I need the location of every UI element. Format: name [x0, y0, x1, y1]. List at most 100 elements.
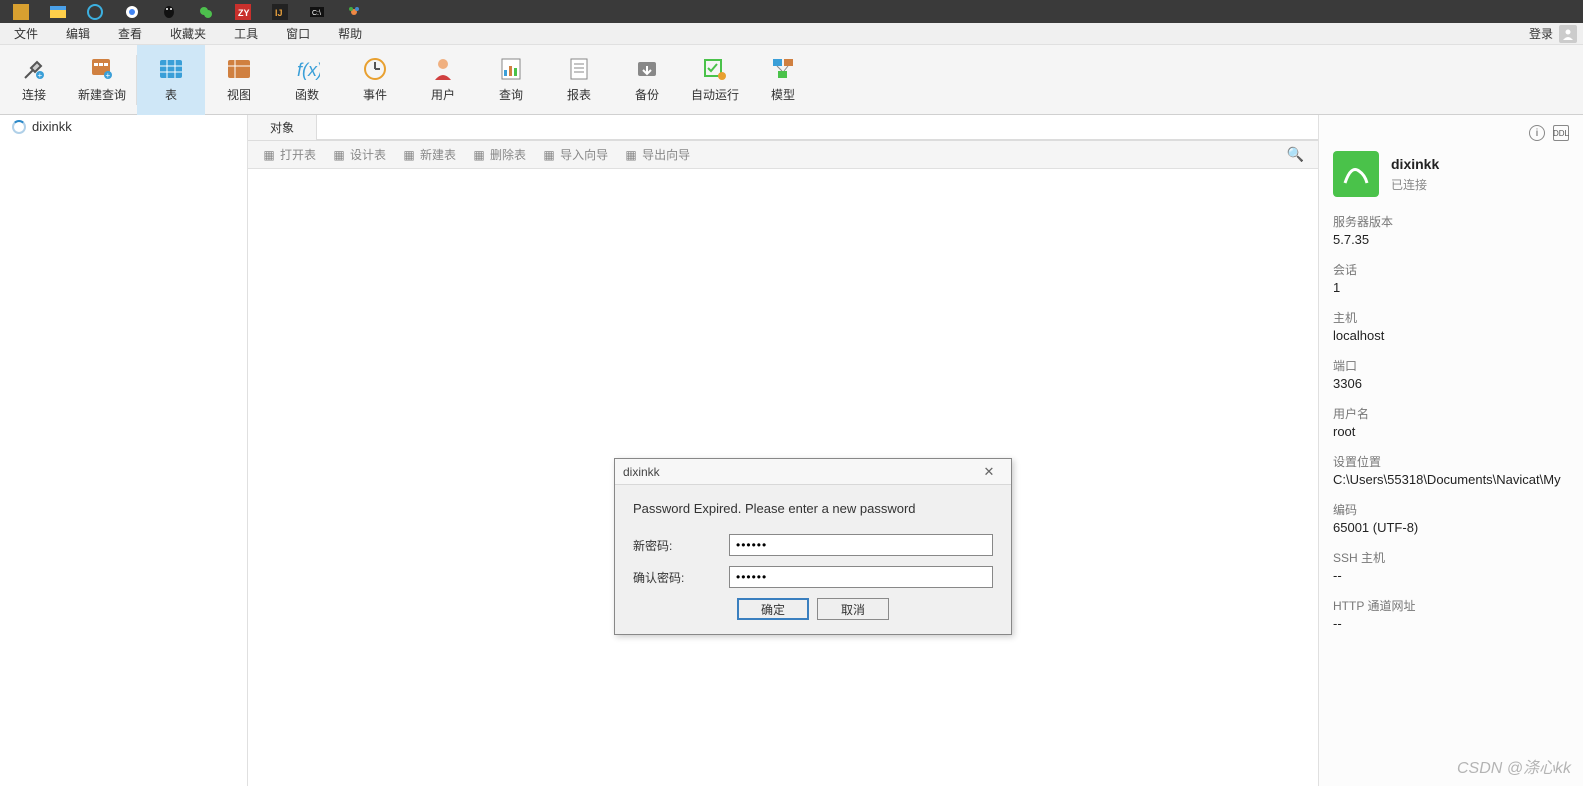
taskbar-app-4[interactable]	[113, 0, 150, 23]
connection-status: 已连接	[1391, 176, 1439, 193]
design-table-icon: ▦	[332, 148, 346, 162]
sub-new-table[interactable]: ▦新建表	[396, 144, 462, 165]
taskbar-app-7[interactable]: ZY	[224, 0, 261, 23]
menu-window[interactable]: 窗口	[272, 23, 324, 45]
dialog-title-text: dixinkk	[623, 465, 660, 479]
tool-event[interactable]: 事件	[341, 45, 409, 115]
cancel-button[interactable]: 取消	[817, 598, 889, 620]
info-label: 端口	[1333, 357, 1569, 374]
menu-edit[interactable]: 编辑	[52, 23, 104, 45]
new-password-input[interactable]	[729, 534, 993, 556]
info-value: 5.7.35	[1333, 232, 1569, 247]
confirm-password-input[interactable]	[729, 566, 993, 588]
info-icon[interactable]: i	[1529, 125, 1545, 141]
sub-import[interactable]: ▦导入向导	[536, 144, 614, 165]
sub-toolbar: ▦打开表 ▦设计表 ▦新建表 ▦删除表 ▦导入向导 ▦导出向导 🔍	[248, 141, 1318, 169]
tool-label: 连接	[22, 86, 46, 103]
tool-user[interactable]: 用户	[409, 45, 477, 115]
dialog-message: Password Expired. Please enter a new pas…	[633, 501, 993, 516]
taskbar-app-1[interactable]	[2, 0, 39, 23]
info-value: 65001 (UTF-8)	[1333, 520, 1569, 535]
menu-view[interactable]: 查看	[104, 23, 156, 45]
menu-file[interactable]: 文件	[0, 23, 52, 45]
tool-connection[interactable]: + 连接	[0, 45, 68, 115]
info-block: SSH 主机 --	[1333, 549, 1569, 583]
taskbar-app-10[interactable]	[335, 0, 372, 23]
info-value: --	[1333, 568, 1569, 583]
sidebar: dixinkk	[0, 115, 248, 786]
taskbar-app-6[interactable]	[187, 0, 224, 23]
confirm-password-label: 确认密码:	[633, 569, 729, 586]
sub-design-table[interactable]: ▦设计表	[326, 144, 392, 165]
svg-text:C:\: C:\	[312, 10, 321, 17]
autorun-icon	[702, 56, 728, 82]
export-icon: ▦	[624, 148, 638, 162]
sidebar-connection[interactable]: dixinkk	[0, 115, 247, 138]
delete-table-icon: ▦	[472, 148, 486, 162]
menu-tools[interactable]: 工具	[220, 23, 272, 45]
info-block: 服务器版本 5.7.35	[1333, 213, 1569, 247]
svg-text:ZY: ZY	[238, 8, 250, 18]
ddl-icon[interactable]: DDL	[1553, 125, 1569, 141]
tool-function[interactable]: f(x) 函数	[273, 45, 341, 115]
tab-objects[interactable]: 对象	[248, 115, 317, 140]
taskbar-app-5[interactable]	[150, 0, 187, 23]
info-label: 主机	[1333, 309, 1569, 326]
tool-label: 自动运行	[691, 86, 739, 103]
tool-autorun[interactable]: 自动运行	[681, 45, 749, 115]
search-icon[interactable]: 🔍	[1287, 146, 1310, 163]
sub-export[interactable]: ▦导出向导	[618, 144, 696, 165]
info-label: 用户名	[1333, 405, 1569, 422]
view-icon	[226, 56, 252, 82]
info-value: C:\Users\55318\Documents\Navicat\My	[1333, 472, 1569, 487]
new-table-icon: ▦	[402, 148, 416, 162]
mysql-logo-icon	[1333, 151, 1379, 197]
info-label: 服务器版本	[1333, 213, 1569, 230]
taskbar-app-8[interactable]: IJ	[261, 0, 298, 23]
password-dialog: dixinkk ✕ Password Expired. Please enter…	[614, 458, 1012, 635]
login-link[interactable]: 登录	[1529, 25, 1553, 42]
loading-icon	[12, 120, 26, 134]
tabs-row: 对象	[248, 115, 1318, 141]
tool-label: 报表	[567, 86, 591, 103]
info-value: localhost	[1333, 328, 1569, 343]
tool-report[interactable]: 报表	[545, 45, 613, 115]
info-value: --	[1333, 616, 1569, 631]
info-label: 设置位置	[1333, 453, 1569, 470]
table-icon	[158, 56, 184, 82]
right-panel: i DDL dixinkk 已连接 服务器版本5.7.35会话1主机localh…	[1318, 115, 1583, 786]
tool-backup[interactable]: 备份	[613, 45, 681, 115]
info-block: 设置位置 C:\Users\55318\Documents\Navicat\My	[1333, 453, 1569, 487]
tool-model[interactable]: 模型	[749, 45, 817, 115]
tool-label: 模型	[771, 86, 795, 103]
info-label: SSH 主机	[1333, 549, 1569, 566]
model-icon	[770, 56, 796, 82]
menu-favorites[interactable]: 收藏夹	[156, 23, 220, 45]
address-bar[interactable]	[317, 115, 1318, 140]
info-value: 1	[1333, 280, 1569, 295]
close-icon[interactable]: ✕	[975, 464, 1003, 480]
tool-view[interactable]: 视图	[205, 45, 273, 115]
main-area: dixinkk 对象 ▦打开表 ▦设计表 ▦新建表 ▦删除表 ▦导入向导 ▦导出…	[0, 115, 1583, 786]
sub-delete-table[interactable]: ▦删除表	[466, 144, 532, 165]
tool-label: 事件	[363, 86, 387, 103]
query-icon	[498, 56, 524, 82]
svg-text:IJ: IJ	[275, 8, 283, 18]
tool-query[interactable]: 查询	[477, 45, 545, 115]
taskbar-app-3[interactable]	[76, 0, 113, 23]
taskbar-app-9[interactable]: C:\	[298, 0, 335, 23]
plug-icon: +	[21, 56, 47, 82]
taskbar-app-2[interactable]	[39, 0, 76, 23]
tool-new-query[interactable]: + 新建查询	[68, 45, 136, 115]
info-block: 主机 localhost	[1333, 309, 1569, 343]
tool-label: 新建查询	[78, 86, 126, 103]
avatar-icon[interactable]	[1559, 25, 1577, 43]
taskbar: ZY IJ C:\	[0, 0, 1583, 23]
sub-open-table[interactable]: ▦打开表	[256, 144, 322, 165]
info-block: 用户名root	[1333, 405, 1569, 439]
menu-help[interactable]: 帮助	[324, 23, 376, 45]
tool-label: 视图	[227, 86, 251, 103]
info-label: HTTP 通道网址	[1333, 597, 1569, 614]
tool-table[interactable]: 表	[137, 45, 205, 115]
ok-button[interactable]: 确定	[737, 598, 809, 620]
